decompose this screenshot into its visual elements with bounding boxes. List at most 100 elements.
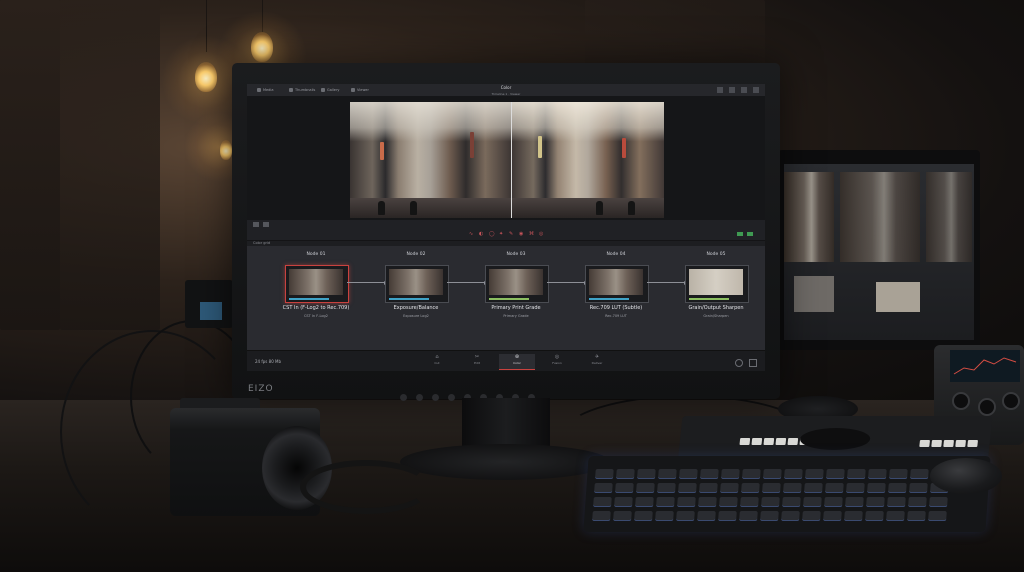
color-node[interactable]: Node 05 Grain/Output Sharpen Grain/Sharpen <box>677 252 755 332</box>
monitor-screen: Media Thumbnails Gallery Viewer Color Ti… <box>247 84 765 371</box>
key-icon[interactable]: ⌘ <box>529 231 534 237</box>
color-page-icon: ⊛ <box>514 354 520 360</box>
editing-key[interactable] <box>763 438 775 445</box>
color-node[interactable]: Node 04 Rec.709 LUT (Subtle) Rec.709 LUT <box>577 252 655 332</box>
node-thumbnail-frame[interactable] <box>285 265 349 303</box>
page-tab-cut[interactable]: ⌂ Cut <box>419 354 455 369</box>
sizing-icon[interactable]: ◎ <box>539 231 543 237</box>
node-thumbnail-frame[interactable] <box>485 265 549 303</box>
page-tab-label: Color <box>513 361 521 365</box>
wall-panel-center-left <box>60 0 160 330</box>
editing-key[interactable] <box>787 438 799 445</box>
page-tab-edit[interactable]: ✂ Edit <box>459 354 495 369</box>
node-thumbnail <box>389 269 443 295</box>
node-sublabel: Exposure Log2 <box>403 314 429 318</box>
color-node[interactable]: Node 01 CST In (F-Log2 to Rec.709) CST In … <box>277 252 355 332</box>
settings-icon[interactable] <box>749 359 757 367</box>
editing-key[interactable] <box>919 440 930 447</box>
node-thumbnail <box>589 269 643 295</box>
node-thumbnail <box>289 269 343 295</box>
node-label: Exposure/Balance <box>393 305 439 311</box>
editing-key[interactable] <box>943 440 954 447</box>
node-number: Node 05 <box>706 252 726 257</box>
viewer-toolstrip: ∿ ◐ ◯ ✦ ✎ ◉ ⌘ ◎ <box>247 220 765 241</box>
monitor-brand-logo: EIZO <box>248 384 274 394</box>
page-tab-deliver[interactable]: ✈ Deliver <box>579 354 615 369</box>
keyboard-key[interactable] <box>907 511 926 521</box>
blur-icon[interactable]: ◉ <box>519 231 523 237</box>
color-node[interactable]: Node 02 Exposure/Balance Exposure Log2 <box>377 252 455 332</box>
editing-key[interactable] <box>955 440 966 447</box>
node-status-bar <box>589 298 629 300</box>
edit-page-icon: ✂ <box>474 354 480 360</box>
recorder-screen <box>200 302 222 320</box>
grading-panel-display <box>953 357 1017 375</box>
editing-key[interactable] <box>751 438 763 445</box>
node-number: Node 01 <box>306 252 326 257</box>
qualifier-icon[interactable]: ◐ <box>479 231 483 237</box>
status-indicator-icon <box>747 232 753 236</box>
color-node[interactable]: Node 03 Primary Print Grade Primary Grade <box>477 252 555 332</box>
keyboard-key[interactable] <box>697 511 716 521</box>
keyboard-key[interactable] <box>928 511 947 521</box>
grading-knob <box>978 398 996 416</box>
keyboard-key[interactable] <box>802 511 821 521</box>
keyboard-key[interactable] <box>655 511 674 521</box>
page-tab-fusion[interactable]: ◎ Fusion <box>539 354 575 369</box>
monitor-button[interactable] <box>400 394 407 401</box>
node-label: Primary Print Grade <box>491 305 541 311</box>
lamp-bulb <box>251 32 273 62</box>
secondary-thumbnail <box>794 276 834 312</box>
node-thumbnail <box>489 269 543 295</box>
monitor-button[interactable] <box>432 394 439 401</box>
keyboard-key[interactable] <box>718 511 737 521</box>
toolstrip-icon[interactable] <box>263 222 269 227</box>
keyboard-key[interactable] <box>823 511 842 521</box>
split-screen-divider[interactable] <box>511 102 512 218</box>
monitor-button[interactable] <box>416 394 423 401</box>
street-sign <box>380 142 384 160</box>
cut-page-icon: ⌂ <box>435 354 439 360</box>
secondary-viewer-image <box>840 172 920 262</box>
toolstrip-icon[interactable] <box>253 222 259 227</box>
keyboard-key[interactable] <box>634 511 653 521</box>
keyboard-key[interactable] <box>865 511 884 521</box>
editing-key[interactable] <box>739 438 751 445</box>
node-thumbnail-frame[interactable] <box>385 265 449 303</box>
mouse[interactable] <box>930 458 1002 494</box>
status-indicator-icon <box>737 232 743 236</box>
keyboard-key[interactable] <box>886 511 905 521</box>
window-icon[interactable]: ◯ <box>489 231 495 237</box>
monitor-button[interactable] <box>448 394 455 401</box>
keyboard-key[interactable] <box>844 511 863 521</box>
grading-panel-screen <box>950 350 1020 382</box>
editing-key[interactable] <box>967 440 978 447</box>
page-tab-label: Edit <box>474 361 480 365</box>
keyboard-key[interactable] <box>676 511 695 521</box>
node-number: Node 04 <box>606 252 626 257</box>
key-row <box>593 492 951 507</box>
keyboard-key[interactable] <box>592 511 611 521</box>
keyboard-key[interactable] <box>781 511 800 521</box>
street-sign <box>470 132 474 158</box>
page-navigation-bar: 24 fps 80 Mb ⌂ Cut ✂ Edit ⊛ Color ◎ Fusi… <box>247 350 765 371</box>
jog-wheel[interactable] <box>798 428 872 450</box>
curves-icon[interactable]: ∿ <box>469 231 473 237</box>
pedestrian <box>378 201 385 215</box>
node-thumbnail-frame[interactable] <box>685 265 749 303</box>
node-status-bar <box>389 298 429 300</box>
viewer-before-image <box>350 102 511 218</box>
page-tab-color[interactable]: ⊛ Color <box>499 354 535 370</box>
keyboard-key[interactable] <box>613 511 632 521</box>
node-thumbnail-frame[interactable] <box>585 265 649 303</box>
keyboard-key[interactable] <box>760 511 779 521</box>
secondary-viewer-image <box>926 172 972 262</box>
keyboard-key[interactable] <box>739 511 758 521</box>
node-sublabel: Rec.709 LUT <box>605 314 627 318</box>
home-icon[interactable] <box>735 359 743 367</box>
magic-mask-icon[interactable]: ✎ <box>509 231 513 237</box>
editing-key[interactable] <box>775 438 787 445</box>
render-status: 24 fps 80 Mb <box>255 359 282 364</box>
editing-key[interactable] <box>931 440 942 447</box>
tracker-icon[interactable]: ✦ <box>499 231 503 237</box>
